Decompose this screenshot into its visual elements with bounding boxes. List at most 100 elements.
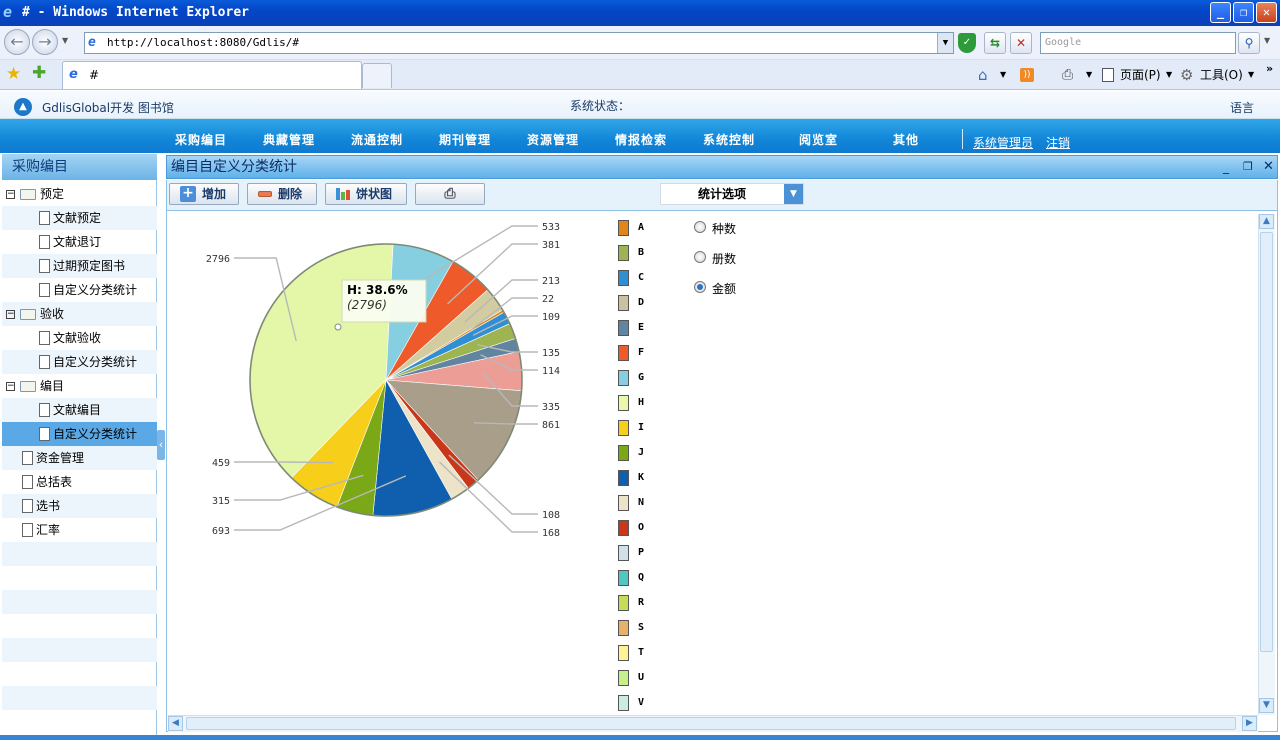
pie-chart-button[interactable]: 饼状图: [325, 183, 407, 205]
logout-link[interactable]: 注销: [1046, 134, 1070, 151]
chart-bar-icon-2: [341, 192, 345, 200]
menu-item-circulation[interactable]: 流通控制: [351, 131, 403, 148]
tooltip-anchor: [334, 323, 342, 331]
collapse-toggle-icon[interactable]: −: [6, 310, 15, 319]
vertical-scrollbar[interactable]: ▲ ▼: [1258, 214, 1275, 715]
tree-item[interactable]: 资金管理: [2, 446, 157, 470]
scroll-up-icon[interactable]: ▲: [1259, 214, 1274, 229]
history-dropdown-icon[interactable]: ▼: [62, 36, 68, 45]
browser-tab[interactable]: e #: [62, 61, 362, 89]
radio-amount-control[interactable]: [694, 281, 706, 293]
rss-feed-icon[interactable]: )): [1020, 68, 1034, 82]
menu-item-other[interactable]: 其他: [893, 131, 919, 148]
folder-icon: [20, 189, 36, 200]
chevron-more-icon[interactable]: »: [1266, 60, 1273, 78]
tree-folder[interactable]: − 编目: [2, 374, 157, 398]
horizontal-scrollbar[interactable]: ◀ ▶: [168, 715, 1258, 732]
tree-item[interactable]: 文献退订: [2, 230, 157, 254]
scroll-left-icon[interactable]: ◀: [168, 716, 183, 731]
print-icon[interactable]: ⎙: [1062, 66, 1073, 84]
address-bar[interactable]: e http://localhost:8080/Gdlis/# ▼: [84, 32, 954, 54]
stop-button[interactable]: ✕: [1010, 32, 1032, 54]
tree-item[interactable]: 文献编目: [2, 398, 157, 422]
add-button[interactable]: + 增加: [169, 183, 239, 205]
print-dropdown-icon[interactable]: ▼: [1086, 66, 1092, 84]
legend-label: S: [638, 622, 645, 633]
menu-item-periodicals[interactable]: 期刊管理: [439, 131, 491, 148]
radio-volumes-control[interactable]: [694, 251, 706, 263]
data-label: 108: [542, 510, 560, 521]
language-link[interactable]: 语言: [1230, 99, 1254, 116]
menu-item-reading-room[interactable]: 阅览室: [799, 131, 838, 148]
tree-item[interactable]: 自定义分类统计: [2, 350, 157, 374]
tree-item[interactable]: 汇率: [2, 518, 157, 542]
back-button[interactable]: ←: [4, 29, 30, 55]
home-dropdown-icon[interactable]: ▼: [1000, 66, 1006, 84]
search-input[interactable]: Google: [1040, 32, 1236, 54]
radio-species-control[interactable]: [694, 221, 706, 233]
legend-label: I: [638, 422, 645, 433]
tools-dropdown-icon[interactable]: ▼: [1248, 66, 1254, 84]
forward-button[interactable]: →: [32, 29, 58, 55]
menu-item-system[interactable]: 系统控制: [703, 131, 755, 148]
chart-tooltip: H: 38.6% (2796): [334, 279, 427, 331]
menu-item-collection[interactable]: 典藏管理: [263, 131, 315, 148]
scroll-right-icon[interactable]: ▶: [1242, 716, 1257, 731]
tree-item[interactable]: 自定义分类统计: [2, 422, 157, 446]
tree-folder[interactable]: − 预定: [2, 182, 157, 206]
tree-item[interactable]: 自定义分类统计: [2, 278, 157, 302]
search-button[interactable]: ⚲: [1238, 32, 1260, 54]
address-text: http://localhost:8080/Gdlis/#: [107, 36, 300, 49]
app-header: ▲ GdlisGlobal开发 图书馆 系统状态： 语言: [0, 91, 1280, 119]
refresh-button[interactable]: ⇆: [984, 32, 1006, 54]
menu-item-resources[interactable]: 资源管理: [527, 131, 579, 148]
close-button[interactable]: ✕: [1256, 2, 1277, 23]
panel-minimize-icon[interactable]: _: [1223, 156, 1229, 178]
tools-menu[interactable]: 工具(O): [1200, 66, 1243, 84]
minimize-button[interactable]: _: [1210, 2, 1231, 23]
vertical-scroll-thumb[interactable]: [1260, 232, 1273, 652]
legend-swatch: [618, 595, 629, 611]
collapse-toggle-icon[interactable]: −: [6, 190, 15, 199]
tree-item[interactable]: 总括表: [2, 470, 157, 494]
main-menu: 采购编目 典藏管理 流通控制 期刊管理 资源管理 情报检索 系统控制 阅览室 其…: [0, 119, 1280, 153]
menu-item-acquisition[interactable]: 采购编目: [175, 131, 227, 148]
legend-item: P: [618, 545, 658, 561]
page-menu-dropdown-icon[interactable]: ▼: [1166, 66, 1172, 84]
maximize-button[interactable]: ❐: [1233, 2, 1254, 23]
add-favorites-icon[interactable]: ✚: [32, 63, 46, 83]
window-title: # - Windows Internet Explorer: [22, 5, 249, 20]
favorites-star-icon[interactable]: ★: [6, 64, 21, 84]
security-shield-icon[interactable]: ✓: [958, 33, 976, 53]
document-icon: [22, 499, 33, 513]
page-menu[interactable]: 页面(P): [1120, 66, 1161, 84]
panel-restore-icon[interactable]: ❐: [1243, 156, 1253, 178]
legend-label: K: [638, 472, 645, 483]
new-tab-button[interactable]: [362, 63, 392, 88]
tree-item-label: 编目: [40, 379, 65, 393]
search-dropdown-icon[interactable]: ▼: [1264, 36, 1270, 45]
panel-close-icon[interactable]: ✕: [1263, 156, 1274, 178]
tree-folder[interactable]: − 验收: [2, 302, 157, 326]
user-link[interactable]: 系统管理员: [973, 134, 1033, 151]
legend-swatch: [618, 670, 629, 686]
scroll-down-icon[interactable]: ▼: [1259, 698, 1274, 713]
address-dropdown-icon[interactable]: ▼: [937, 33, 953, 53]
tree-item-label: 自定义分类统计: [53, 427, 138, 441]
sidebar-collapse-handle[interactable]: ‹: [157, 430, 165, 460]
tree-item[interactable]: 文献预定: [2, 206, 157, 230]
collapse-toggle-icon[interactable]: −: [6, 382, 15, 391]
delete-button[interactable]: 删除: [247, 183, 317, 205]
legend-swatch: [618, 520, 629, 536]
menu-item-retrieval[interactable]: 情报检索: [615, 131, 667, 148]
data-label: 693: [212, 526, 230, 537]
tree-item[interactable]: 文献验收: [2, 326, 157, 350]
horizontal-scroll-thumb[interactable]: [186, 717, 1236, 730]
stat-option-select[interactable]: 统计选项 ▼: [660, 183, 804, 205]
chart-bar-icon-3: [346, 190, 350, 200]
print-button[interactable]: ⎙: [415, 183, 485, 205]
chevron-down-icon[interactable]: ▼: [784, 184, 803, 204]
tree-item[interactable]: 选书: [2, 494, 157, 518]
home-icon[interactable]: ⌂: [978, 66, 988, 84]
tree-item[interactable]: 过期预定图书: [2, 254, 157, 278]
